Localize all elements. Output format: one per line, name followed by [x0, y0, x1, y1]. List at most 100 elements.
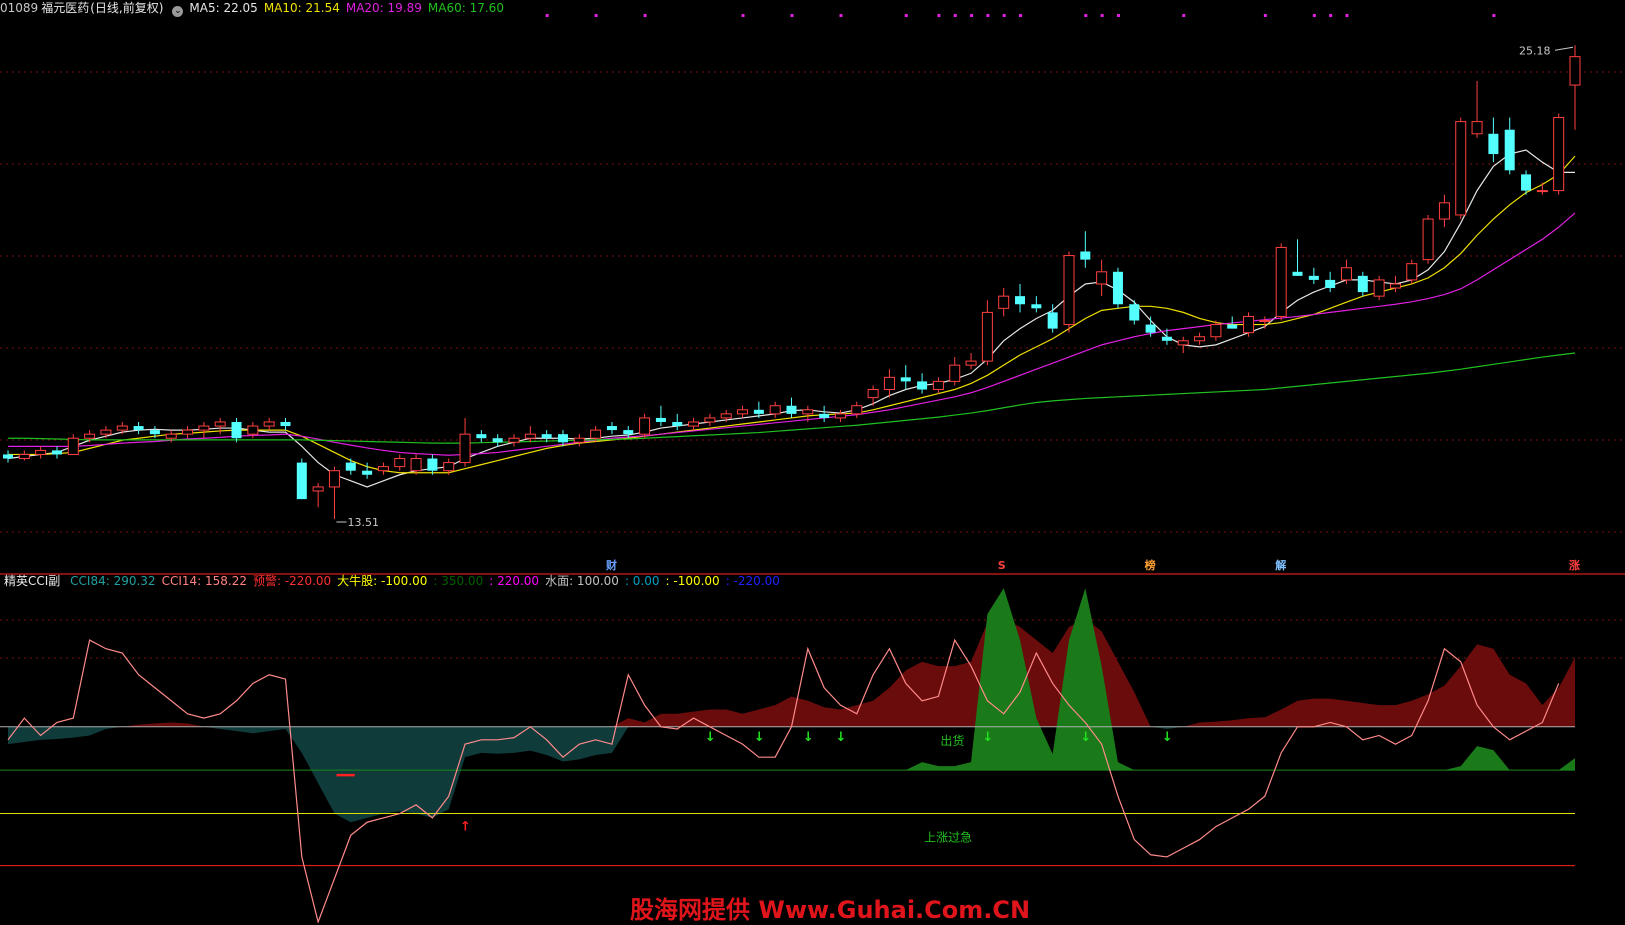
candle-body: [524, 433, 536, 439]
ma-legend-item: MA20: 19.89: [345, 1, 422, 15]
up-arrow-icon: ↑: [460, 820, 471, 835]
candle-body: [900, 377, 911, 382]
ma-legend-item: MA60: 17.60: [427, 1, 504, 15]
chevron-down-icon[interactable]: ⌄: [172, 6, 184, 17]
candle-body: [1488, 133, 1499, 155]
candle-body: [410, 458, 422, 472]
candle-body: [312, 486, 324, 492]
candle-body: [362, 470, 373, 475]
candle-body: [508, 437, 520, 443]
signal-dot: [1492, 14, 1496, 17]
candle-body: [198, 425, 210, 431]
signal-dot: [937, 14, 941, 17]
indicator-legend-item: 预警: -220.00: [252, 574, 332, 588]
cci84-area-positive: [8, 618, 1575, 727]
event-marker: S: [998, 559, 1006, 572]
signal-dot: [1116, 14, 1120, 17]
watermark-text: 股海网提供 Www.Guhai.Com.CN: [630, 896, 1031, 924]
candle-body: [1340, 267, 1352, 281]
candle-body: [557, 434, 568, 443]
signal-dot: [643, 14, 647, 17]
signal-dot: [904, 14, 908, 17]
ma-legend-item: MA10: 21.54: [263, 1, 340, 15]
candle-body: [753, 409, 764, 414]
candle-body: [459, 433, 471, 464]
candle-body: [1553, 117, 1565, 192]
candle-body: [1015, 296, 1026, 305]
signal-dot: [970, 14, 974, 17]
candle-body: [1373, 279, 1385, 297]
candle-body: [688, 421, 700, 427]
candle-body: [932, 380, 944, 391]
candle-body: [35, 449, 47, 455]
candle-body: [1047, 312, 1058, 329]
signal-dot: [545, 14, 549, 17]
candle-body: [867, 389, 879, 399]
rise-label: 上涨过急: [924, 830, 972, 845]
indicator-legend: 精英CCI副 CCI84: 290.32 CCI14: 158.22 预警: -22…: [0, 573, 792, 589]
signal-dot: [1182, 14, 1186, 17]
candle-body: [18, 453, 30, 460]
candle-body: [1308, 275, 1319, 280]
indicator-legend-item: : 220.00: [489, 574, 540, 588]
candle-body: [1080, 251, 1091, 260]
stock-name[interactable]: 福元医药: [41, 1, 89, 15]
candle-body: [655, 417, 666, 422]
indicator-legend-item: CCI84: 290.32: [70, 574, 156, 588]
cci84-area-negative: [8, 726, 1575, 823]
candle-body: [704, 417, 716, 423]
candle-body: [182, 429, 194, 435]
signal-dot: [1100, 14, 1104, 17]
candle-body: [149, 430, 160, 435]
green-spike-area: [8, 588, 1575, 771]
low-label: 13.51: [347, 516, 379, 529]
candle-body: [1177, 340, 1189, 346]
indicator-name[interactable]: 精英CCI副: [4, 574, 60, 588]
indicator-values: CCI84: 290.32 CCI14: 158.22 预警: -220.00 大牛股…: [70, 574, 786, 588]
signal-dot: [790, 14, 794, 17]
signal-dot: [839, 14, 843, 17]
event-marker: 榜: [1145, 558, 1156, 572]
candle-body: [802, 409, 814, 415]
candle-body: [1275, 246, 1287, 317]
indicator-legend-item: CCI14: 158.22: [161, 574, 247, 588]
candle-body: [476, 434, 487, 439]
signal-dot: [594, 14, 598, 17]
candle-body: [443, 462, 455, 472]
candle-body: [737, 409, 749, 415]
candle-body: [1227, 324, 1238, 329]
candle-body: [1406, 263, 1418, 281]
candle-body: [1422, 218, 1434, 261]
signal-dot: [986, 14, 990, 17]
candle-body: [1161, 336, 1172, 341]
candle-body: [133, 426, 144, 431]
ma-line-ma20: [8, 212, 1576, 456]
ma-legend-item: MA5: 22.05: [189, 1, 258, 15]
down-arrow-icon: ↓: [803, 730, 814, 745]
indicator-legend-item: : 350.00: [433, 574, 484, 588]
candle-body: [590, 429, 602, 439]
candle-body: [1129, 304, 1140, 321]
down-arrow-icon: ↓: [754, 730, 765, 745]
candle-body: [1504, 129, 1515, 171]
down-arrow-icon: ↓: [1162, 730, 1173, 745]
ma-legend: MA5: 22.05 MA10: 21.54 MA20: 19.89 MA60: 17…: [189, 1, 510, 15]
candle-body: [3, 454, 13, 459]
indicator-legend-item: : 0.00: [624, 574, 660, 588]
candle-body: [492, 438, 503, 443]
signal-dot: [1019, 14, 1023, 17]
candle-body: [116, 425, 128, 431]
down-arrow-icon: ↓: [705, 730, 716, 745]
indicator-legend-item: : -100.00: [665, 574, 720, 588]
signal-dot: [953, 14, 957, 17]
candle-body: [280, 421, 291, 427]
candle-body: [67, 437, 79, 455]
signal-dot: [1084, 14, 1088, 17]
down-arrow-icon: ↓: [982, 730, 993, 745]
candle-body: [981, 311, 993, 362]
signal-dot: [1345, 14, 1349, 17]
candle-body: [214, 421, 226, 427]
indicator-legend-item: : -220.00: [725, 574, 780, 588]
candle-body: [1471, 121, 1483, 135]
candle-body: [1292, 271, 1303, 276]
